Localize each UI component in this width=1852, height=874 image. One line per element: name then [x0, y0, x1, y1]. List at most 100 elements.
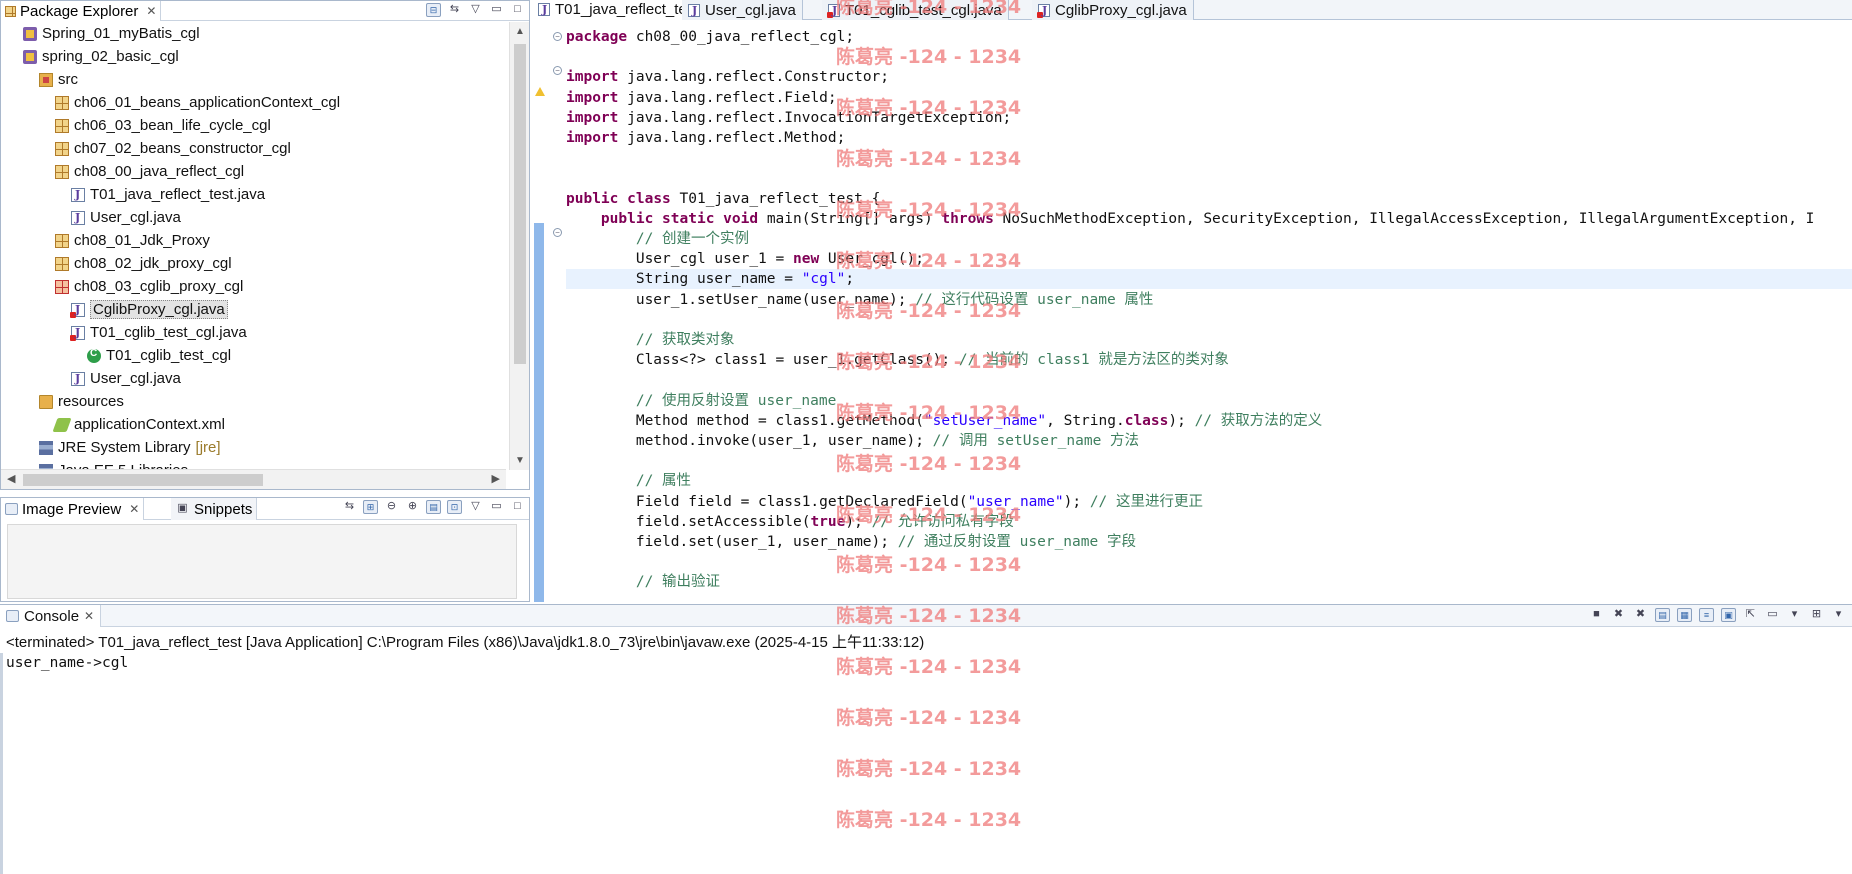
fold-toggle-icon[interactable]: − [553, 228, 562, 237]
tree-item[interactable]: ch07_02_beans_constructor_cgl [55, 137, 291, 160]
tree-item[interactable]: ch08_03_cglib_proxy_cgl [55, 275, 243, 298]
scroll-up-icon[interactable]: ▲ [515, 26, 525, 37]
zoom-out-icon[interactable]: ⊖ [384, 500, 399, 514]
open-console-icon[interactable]: ⊞ [1809, 608, 1824, 622]
code-line[interactable]: User_cgl user_1 = new User_cgl(); [566, 249, 1852, 269]
tree-item[interactable]: User_cgl.java [71, 367, 181, 390]
code-line[interactable]: user_1.setUser_name(user_name); // 这行代码设… [566, 290, 1852, 310]
tab-snippets[interactable]: ▣ Snippets [171, 498, 258, 520]
tree-item[interactable]: applicationContext.xml [52, 413, 225, 436]
tab-image-preview[interactable]: Image Preview ✕ [1, 498, 145, 520]
code-line[interactable] [566, 451, 1852, 471]
code-line[interactable]: method.invoke(user_1, user_name); // 调用 … [566, 431, 1852, 451]
chevron-down-icon[interactable]: ▾ [1831, 608, 1846, 622]
fit-window-icon[interactable]: ⊡ [447, 500, 462, 514]
tree-item[interactable]: ch08_02_jdk_proxy_cgl [55, 252, 232, 275]
tree-item[interactable]: User_cgl.java [71, 206, 181, 229]
tree-item[interactable]: ch08_01_Jdk_Proxy [55, 229, 210, 252]
tree-horizontal-scrollbar[interactable]: ◀ ▶ [1, 469, 506, 489]
code-keyword: true [810, 513, 846, 530]
terminate-icon[interactable]: ■ [1589, 608, 1604, 622]
tab-console[interactable]: Console ✕ [0, 605, 102, 627]
code-line[interactable] [566, 148, 1852, 168]
word-wrap-icon[interactable]: ≡ [1699, 608, 1714, 622]
view-menu-icon[interactable]: ▽ [468, 500, 483, 514]
code-line[interactable]: field.setAccessible(true); // 允许访问私有字段 [566, 512, 1852, 532]
scroll-down-icon[interactable]: ▼ [515, 455, 525, 466]
remove-launch-icon[interactable]: ✖ [1611, 608, 1626, 622]
editor-tab[interactable]: CglibProxy_cgl.java [1032, 0, 1194, 20]
collapse-all-icon[interactable]: ⊟ [426, 3, 441, 17]
code-line[interactable] [566, 47, 1852, 67]
maximize-icon[interactable]: □ [510, 500, 525, 514]
tree-item[interactable]: T01_cglib_test_cgl.java [70, 321, 247, 344]
view-menu-icon[interactable]: ▽ [468, 3, 483, 17]
code-editor[interactable]: package ch08_00_java_reflect_cgl;import … [566, 21, 1852, 602]
scroll-lock-icon[interactable]: ▦ [1677, 608, 1692, 622]
console-output[interactable]: user_name->cgl [6, 655, 128, 671]
maximize-icon[interactable]: □ [510, 3, 525, 17]
code-text: main(String[] args) [758, 210, 942, 227]
code-line[interactable]: import java.lang.reflect.Constructor; [566, 67, 1852, 87]
code-line[interactable]: public class T01_java_reflect_test { [566, 189, 1852, 209]
code-line[interactable]: // 属性 [566, 471, 1852, 491]
fit-icon[interactable]: ⊞ [363, 500, 378, 514]
scroll-left-icon[interactable]: ◀ [7, 472, 15, 485]
link-icon[interactable]: ⇆ [342, 500, 357, 514]
code-line[interactable]: public static void main(String[] args) t… [566, 209, 1852, 229]
display-console-icon[interactable]: ▭ [1765, 608, 1780, 622]
clear-console-icon[interactable]: ▤ [1655, 608, 1670, 622]
chevron-down-icon[interactable]: ▾ [1787, 608, 1802, 622]
code-line[interactable]: package ch08_00_java_reflect_cgl; [566, 27, 1852, 47]
close-icon[interactable]: ✕ [129, 502, 139, 516]
scroll-right-icon[interactable]: ▶ [492, 472, 500, 485]
close-icon[interactable]: ✕ [146, 4, 156, 18]
code-line[interactable]: // 输出验证 [566, 572, 1852, 592]
code-line[interactable] [566, 310, 1852, 330]
tree-item[interactable]: spring_02_basic_cgl [23, 45, 179, 68]
fold-toggle-icon[interactable]: − [553, 32, 562, 41]
zoom-in-icon[interactable]: ⊕ [405, 500, 420, 514]
tree-item[interactable]: ch08_00_java_reflect_cgl [55, 160, 244, 183]
warning-icon[interactable] [535, 87, 545, 96]
tree-item[interactable]: T01_cglib_test_cgl [87, 344, 231, 367]
tree-item[interactable]: resources [39, 390, 124, 413]
code-line[interactable] [566, 552, 1852, 572]
tree-item[interactable]: src [39, 68, 78, 91]
fold-toggle-icon[interactable]: − [553, 66, 562, 75]
tree-item[interactable]: CglibProxy_cgl.java [70, 298, 228, 321]
code-line[interactable]: // 获取类对象 [566, 330, 1852, 350]
actual-size-icon[interactable]: ▤ [426, 500, 441, 514]
code-line[interactable]: String user_name = "cgl"; [566, 269, 1852, 290]
code-line[interactable]: Class<?> class1 = user_1.getClass(); // … [566, 350, 1852, 370]
pin-console-icon[interactable]: ⇱ [1743, 608, 1758, 622]
code-line[interactable] [566, 370, 1852, 390]
tree-item[interactable]: JRE System Library [jre] [39, 436, 221, 459]
link-with-editor-icon[interactable]: ⇆ [447, 3, 462, 17]
code-line[interactable]: Method method = class1.getMethod("setUse… [566, 411, 1852, 431]
tab-package-explorer[interactable]: Package Explorer ✕ [1, 1, 162, 21]
tree-vertical-scrollbar[interactable]: ▲ ▼ [509, 22, 529, 470]
remove-all-icon[interactable]: ✖ [1633, 608, 1648, 622]
tree-item[interactable]: T01_java_reflect_test.java [71, 183, 265, 206]
code-line[interactable]: field.set(user_1, user_name); // 通过反射设置 … [566, 532, 1852, 552]
tree-item[interactable]: Spring_01_myBatis_cgl [23, 22, 200, 45]
tree-item[interactable]: ch06_01_beans_applicationContext_cgl [55, 91, 340, 114]
code-line[interactable]: import java.lang.reflect.Method; [566, 128, 1852, 148]
minimize-icon[interactable]: ▭ [489, 3, 504, 17]
code-line[interactable]: import java.lang.reflect.InvocationTarge… [566, 108, 1852, 128]
editor-tab[interactable]: T01_cglib_test_cgl.java [822, 0, 1009, 20]
scroll-thumb[interactable] [514, 44, 526, 364]
code-line[interactable]: // 使用反射设置 user_name [566, 391, 1852, 411]
code-line[interactable] [566, 168, 1852, 188]
editor-tab[interactable]: User_cgl.java [682, 0, 803, 20]
tree-item[interactable]: ch06_03_bean_life_cycle_cgl [55, 114, 271, 137]
code-line[interactable]: // 创建一个实例 [566, 229, 1852, 249]
show-on-output-icon[interactable]: ▣ [1721, 608, 1736, 622]
code-line[interactable]: import java.lang.reflect.Field; [566, 88, 1852, 108]
close-icon[interactable]: ✕ [84, 609, 94, 623]
scroll-thumb[interactable] [23, 474, 263, 486]
minimize-icon[interactable]: ▭ [489, 500, 504, 514]
code-line[interactable]: Field field = class1.getDeclaredField("u… [566, 492, 1852, 512]
